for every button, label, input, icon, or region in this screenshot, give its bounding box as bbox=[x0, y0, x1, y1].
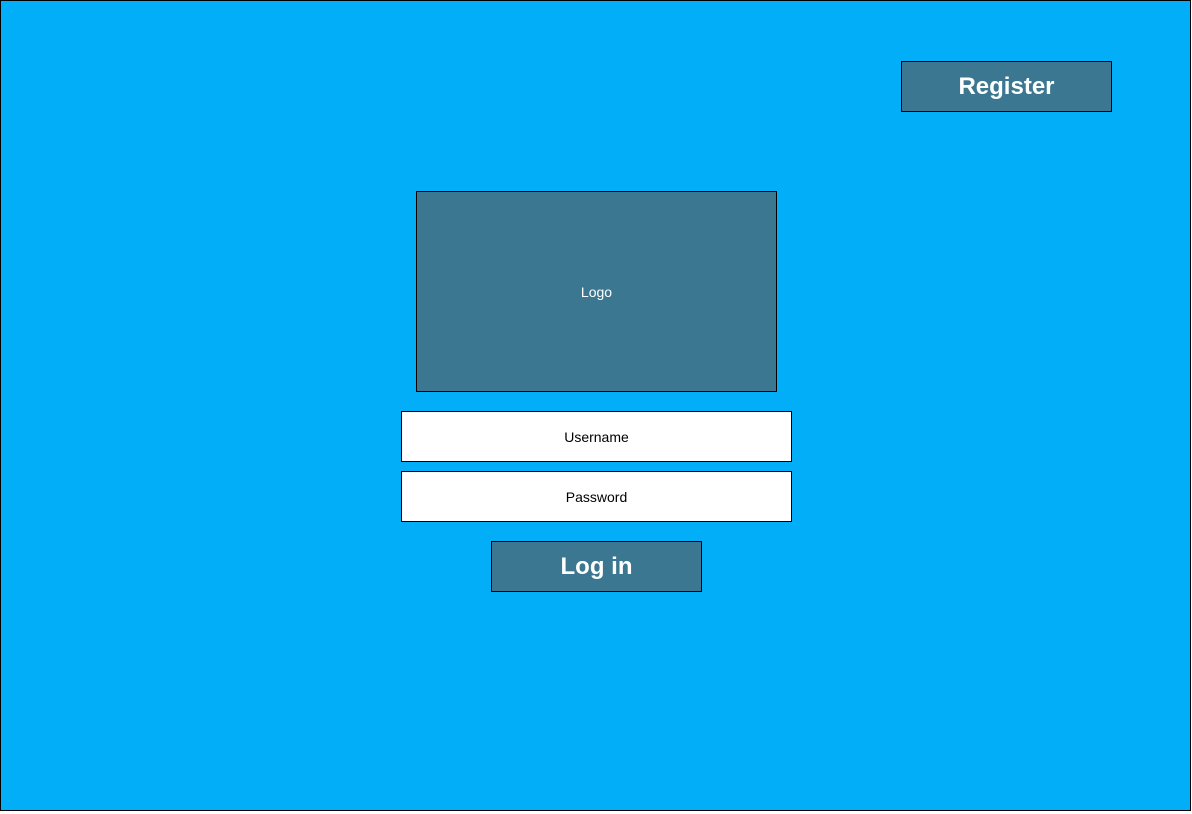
username-input[interactable] bbox=[401, 411, 792, 462]
login-page: Register Logo Log in bbox=[0, 0, 1191, 811]
logo-placeholder: Logo bbox=[416, 191, 777, 392]
register-button[interactable]: Register bbox=[901, 61, 1112, 112]
password-input[interactable] bbox=[401, 471, 792, 522]
login-button[interactable]: Log in bbox=[491, 541, 702, 592]
logo-label: Logo bbox=[580, 283, 613, 300]
